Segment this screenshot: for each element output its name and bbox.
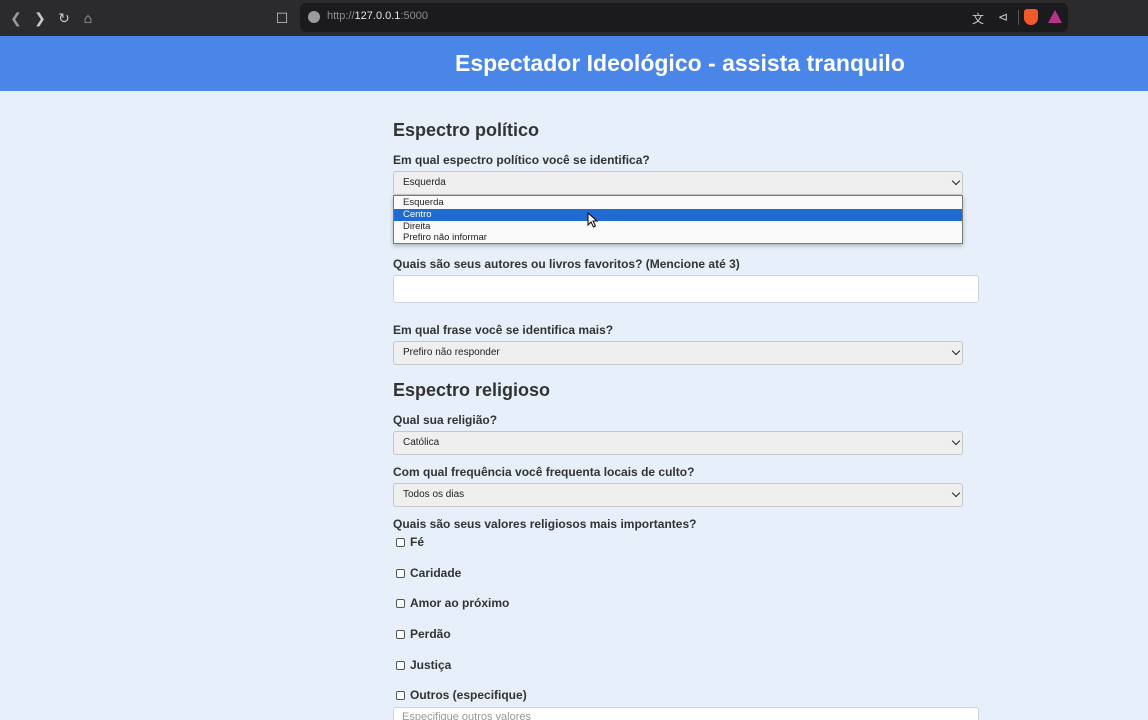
authors-question: Quais são seus autores ou livros favorit…: [393, 257, 740, 271]
brave-rewards-icon[interactable]: [1048, 10, 1062, 23]
forward-icon[interactable]: ❯: [31, 9, 49, 27]
app-header: Espectador Ideológico - assista tranquil…: [0, 36, 1148, 91]
checkbox-label: Fé: [410, 535, 425, 549]
chevron-down-icon: [951, 176, 961, 186]
reload-icon[interactable]: ↻: [55, 9, 73, 27]
spectrum-question: Em qual espectro político você se identi…: [393, 153, 650, 167]
checkbox-label: Perdão: [410, 627, 451, 641]
checkbox[interactable]: [396, 569, 405, 578]
dropdown-option[interactable]: Prefiro não informar: [394, 232, 962, 244]
frequency-question: Com qual frequência você frequenta locai…: [393, 465, 695, 479]
phrase-select[interactable]: Prefiro não responder: [393, 341, 963, 365]
site-info-icon[interactable]: [308, 11, 320, 23]
checkbox[interactable]: [396, 691, 405, 700]
page-title: Espectador Ideológico - assista tranquil…: [455, 50, 905, 76]
url-text: http://127.0.0.1:5000: [327, 10, 428, 22]
checkbox[interactable]: [396, 661, 405, 670]
spectrum-select[interactable]: Esquerda: [393, 171, 963, 195]
mouse-cursor-icon: [587, 212, 599, 228]
political-section-title: Espectro político: [393, 120, 540, 140]
checkbox[interactable]: [396, 630, 405, 639]
chevron-down-icon: [951, 488, 961, 498]
translate-icon[interactable]: 文: [970, 10, 986, 27]
frequency-select[interactable]: Todos os dias: [393, 483, 963, 507]
dropdown-option[interactable]: Esquerda: [394, 197, 962, 209]
phrase-question: Em qual frase você se identifica mais?: [393, 323, 614, 337]
back-icon[interactable]: ❮: [7, 9, 25, 27]
checkbox[interactable]: [396, 599, 405, 608]
home-icon[interactable]: ⌂: [79, 9, 97, 27]
checkbox-label: Amor ao próximo: [410, 596, 510, 610]
other-values-input[interactable]: Especifique outros valores: [393, 707, 979, 720]
religion-select[interactable]: Católica: [393, 431, 963, 455]
chevron-down-icon: [951, 436, 961, 446]
values-question: Quais são seus valores religiosos mais i…: [393, 517, 697, 531]
spectrum-dropdown-list[interactable]: Esquerda Centro Direita Prefiro não info…: [393, 195, 963, 244]
brave-shields-icon[interactable]: [1024, 9, 1038, 25]
checkbox[interactable]: [396, 538, 405, 547]
checkbox-label: Outros (especifique): [410, 688, 527, 702]
address-bar[interactable]: http://127.0.0.1:5000 文 ⊲: [300, 3, 1068, 32]
chevron-down-icon: [951, 346, 961, 356]
browser-toolbar: ❮ ❯ ↻ ⌂ ☐ http://127.0.0.1:5000 文 ⊲: [0, 0, 1148, 36]
share-icon[interactable]: ⊲: [995, 10, 1011, 24]
checkbox-label: Caridade: [410, 566, 462, 580]
religious-section-title: Espectro religioso: [393, 380, 551, 400]
divider: [1018, 10, 1019, 25]
religion-question: Qual sua religião?: [393, 413, 498, 427]
authors-input[interactable]: [393, 275, 979, 303]
checkbox-label: Justiça: [410, 658, 452, 672]
dropdown-option-highlighted[interactable]: Centro: [394, 208, 962, 221]
bookmark-icon[interactable]: ☐: [273, 9, 291, 27]
dropdown-option[interactable]: Direita: [394, 221, 962, 233]
